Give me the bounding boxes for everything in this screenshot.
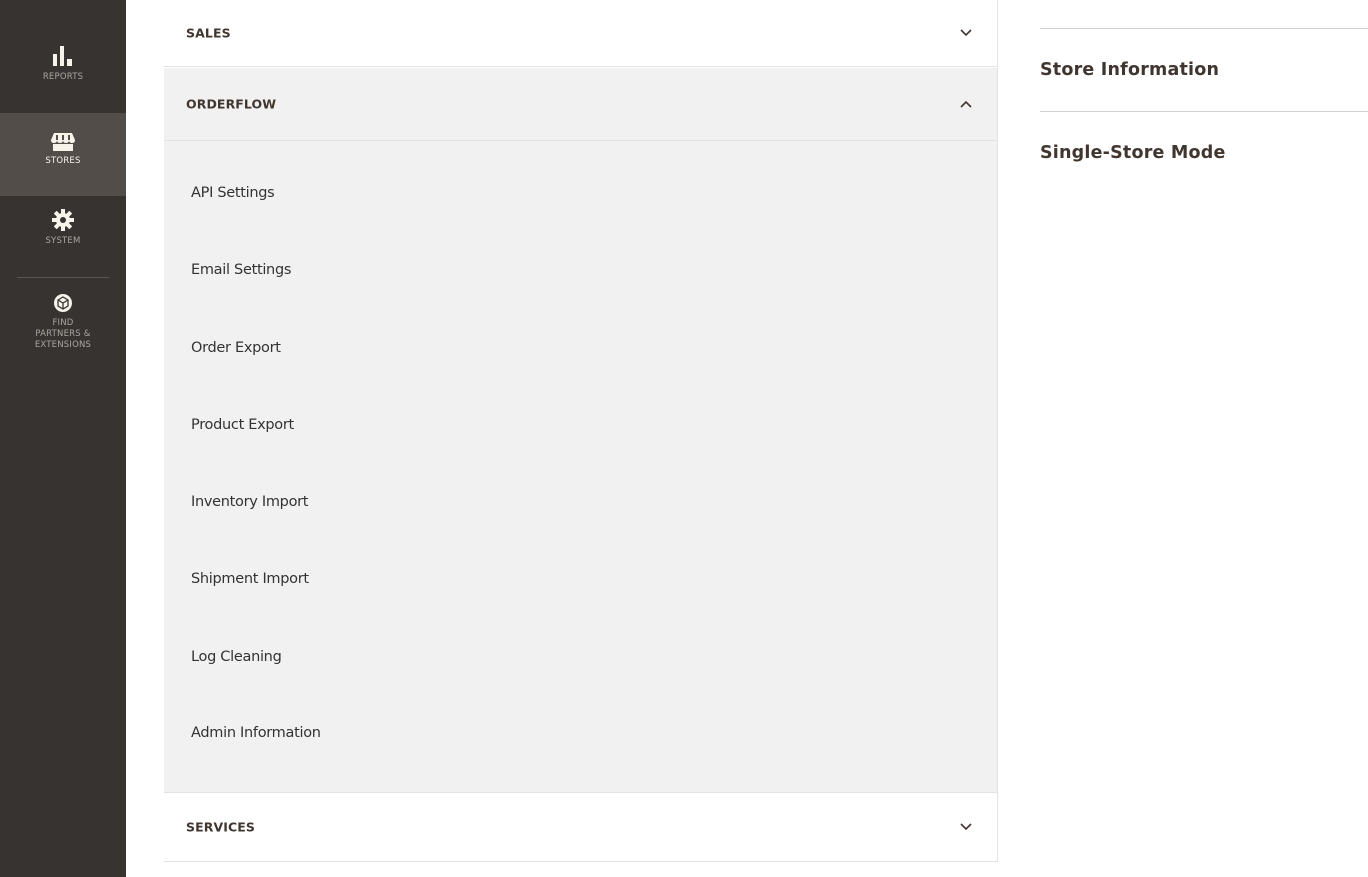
tab-item-email-settings[interactable]: Email Settings <box>191 262 291 278</box>
nav-label-system: SYSTEM <box>45 236 81 246</box>
nav-label-find-2: PARTNERS & <box>35 329 91 339</box>
nav-label-stores: STORES <box>45 156 81 166</box>
nav-item-reports[interactable]: REPORTS <box>0 40 126 110</box>
tab-item-admin-information[interactable]: Admin Information <box>191 725 321 741</box>
tab-section-orderflow[interactable]: ORDERFLOW <box>164 68 998 141</box>
tab-item-order-export[interactable]: Order Export <box>191 340 281 356</box>
cube-icon <box>54 294 72 312</box>
section-title-store-information[interactable]: Store Information <box>1040 60 1219 80</box>
admin-sidebar: REPORTS STORES SYSTEM FIND PARTNERS & EX… <box>0 0 126 877</box>
nav-label-reports: REPORTS <box>42 72 84 82</box>
chevron-down-icon <box>960 29 972 37</box>
nav-divider <box>17 277 109 278</box>
gear-icon <box>52 209 74 231</box>
store-icon <box>51 133 75 151</box>
section-title-single-store-mode[interactable]: Single-Store Mode <box>1040 143 1226 163</box>
tab-section-sales[interactable]: SALES <box>164 0 998 67</box>
tab-item-log-cleaning[interactable]: Log Cleaning <box>191 649 282 665</box>
nav-label-find-3: EXTENSIONS <box>34 340 92 350</box>
config-tabs: SALES ORDERFLOW API Settings Email Setti… <box>164 0 999 877</box>
section-divider <box>1040 28 1368 29</box>
nav-label-find-1: FIND <box>52 318 74 328</box>
tab-section-label: SALES <box>186 25 231 41</box>
orderflow-items: API Settings Email Settings Order Export… <box>164 141 998 792</box>
chevron-up-icon <box>960 100 972 108</box>
nav-item-system[interactable]: SYSTEM <box>0 208 126 268</box>
tab-section-label: SERVICES <box>186 819 256 835</box>
bar-chart-icon <box>53 46 72 66</box>
tab-item-api-settings[interactable]: API Settings <box>191 185 275 201</box>
tab-item-shipment-import[interactable]: Shipment Import <box>191 571 309 587</box>
tab-section-services[interactable]: SERVICES <box>164 792 998 862</box>
chevron-down-icon <box>960 823 972 831</box>
tab-item-inventory-import[interactable]: Inventory Import <box>191 494 309 510</box>
tab-item-product-export[interactable]: Product Export <box>191 417 294 433</box>
tab-section-label: ORDERFLOW <box>186 96 277 112</box>
nav-item-stores[interactable]: STORES <box>0 113 126 196</box>
nav-item-find-partners[interactable]: FIND PARTNERS & EXTENSIONS <box>0 292 126 382</box>
section-divider <box>1040 111 1368 112</box>
